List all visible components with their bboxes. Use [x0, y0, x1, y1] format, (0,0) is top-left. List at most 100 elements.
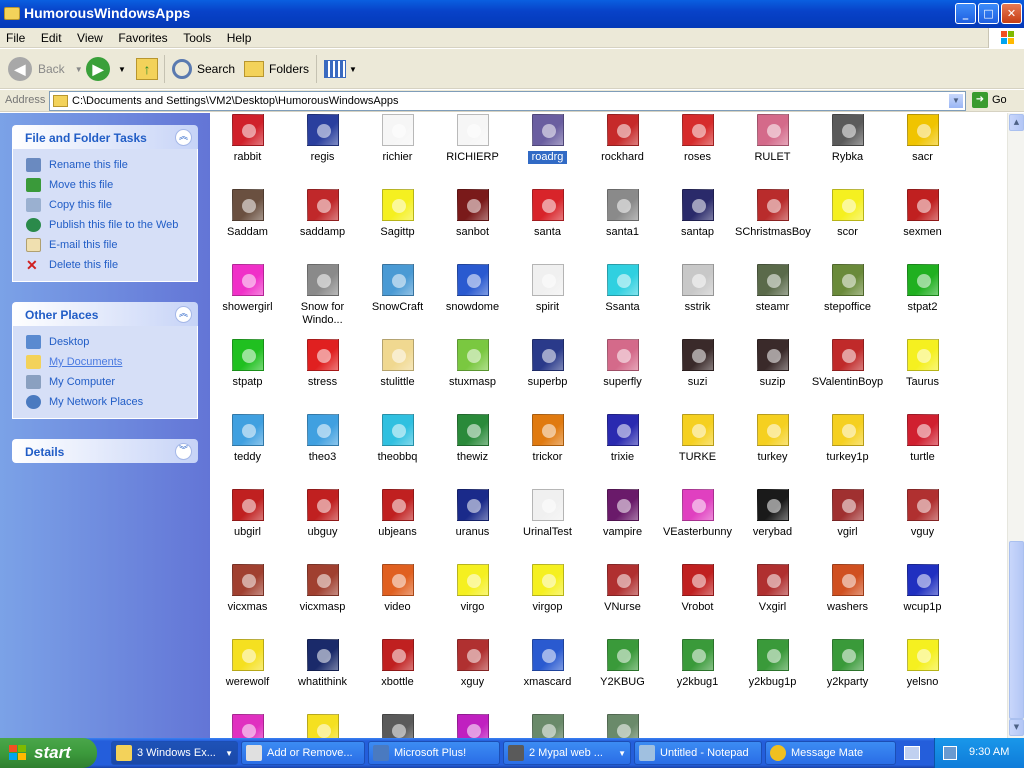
file-item[interactable]: [360, 714, 435, 738]
go-button[interactable]: ➜ Go: [972, 92, 1007, 108]
menu-view[interactable]: View: [71, 28, 109, 45]
file-item[interactable]: washers: [810, 564, 885, 639]
file-item[interactable]: sexmen: [885, 189, 960, 264]
file-item[interactable]: spirit: [510, 264, 585, 339]
file-item[interactable]: regis: [285, 114, 360, 189]
file-item[interactable]: santap: [660, 189, 735, 264]
close-button[interactable]: ✕: [1001, 3, 1022, 24]
file-list-view[interactable]: rabbit regis richier RICHIERP roadrg rockhard…: [210, 113, 1007, 738]
task-copy[interactable]: Copy this file: [13, 195, 197, 215]
start-button[interactable]: start: [0, 738, 97, 768]
taskbar-item-mypal[interactable]: 2 Mypal web ... ▼: [503, 741, 631, 765]
panel-header[interactable]: Details ︾: [12, 439, 198, 463]
file-item[interactable]: richier: [360, 114, 435, 189]
file-item[interactable]: Saddam: [210, 189, 285, 264]
file-item[interactable]: superfly: [585, 339, 660, 414]
file-item[interactable]: Sagittp: [360, 189, 435, 264]
file-item[interactable]: trixie: [585, 414, 660, 489]
file-item[interactable]: sanbot: [435, 189, 510, 264]
file-item[interactable]: vgirl: [810, 489, 885, 564]
file-item[interactable]: roses: [660, 114, 735, 189]
file-item[interactable]: scor: [810, 189, 885, 264]
file-item[interactable]: whatithink: [285, 639, 360, 714]
file-item[interactable]: [210, 714, 285, 738]
file-item[interactable]: santa1: [585, 189, 660, 264]
file-item[interactable]: [585, 714, 660, 738]
menu-file[interactable]: File: [0, 28, 31, 45]
back-dropdown-icon[interactable]: ▼: [75, 65, 83, 74]
file-item[interactable]: [435, 714, 510, 738]
file-item[interactable]: rabbit: [210, 114, 285, 189]
menu-favorites[interactable]: Favorites: [112, 28, 173, 45]
file-item[interactable]: Vxgirl: [735, 564, 810, 639]
collapse-chevron-icon[interactable]: ︽: [175, 129, 192, 146]
menu-help[interactable]: Help: [221, 28, 258, 45]
file-item[interactable]: video: [360, 564, 435, 639]
file-item[interactable]: snowdome: [435, 264, 510, 339]
file-item[interactable]: vampire: [585, 489, 660, 564]
file-item[interactable]: y2kbug1: [660, 639, 735, 714]
address-dropdown-icon[interactable]: ▼: [948, 93, 964, 109]
file-item[interactable]: sstrik: [660, 264, 735, 339]
file-item[interactable]: ubgirl: [210, 489, 285, 564]
file-item[interactable]: showergirl: [210, 264, 285, 339]
file-item[interactable]: turkey: [735, 414, 810, 489]
title-bar[interactable]: HumorousWindowsApps _ □ ✕: [0, 0, 1024, 28]
file-item[interactable]: Vrobot: [660, 564, 735, 639]
back-button[interactable]: ◀ Back ▼: [8, 55, 83, 83]
place-my-network[interactable]: My Network Places: [13, 392, 197, 412]
file-item[interactable]: stpat2: [885, 264, 960, 339]
keyboard-icon[interactable]: [904, 746, 920, 760]
file-item[interactable]: turkey1p: [810, 414, 885, 489]
network-tray-icon[interactable]: [943, 746, 957, 760]
file-item[interactable]: thewiz: [435, 414, 510, 489]
file-item[interactable]: SChristmasBoy: [735, 189, 811, 264]
place-desktop[interactable]: Desktop: [13, 332, 197, 352]
file-item[interactable]: VNurse: [585, 564, 660, 639]
taskbar-item-notepad[interactable]: Untitled - Notepad: [634, 741, 762, 765]
task-publish[interactable]: Publish this file to the Web: [13, 215, 197, 235]
file-item[interactable]: Snow for Windo...: [285, 264, 360, 339]
vertical-scrollbar[interactable]: ▲ ▼: [1007, 113, 1024, 738]
file-item[interactable]: steamr: [735, 264, 810, 339]
file-item[interactable]: verybad: [735, 489, 810, 564]
file-item[interactable]: RULET: [735, 114, 810, 189]
file-item[interactable]: suzip: [735, 339, 810, 414]
task-move[interactable]: Move this file: [13, 175, 197, 195]
taskbar-item-add-remove[interactable]: Add or Remove...: [241, 741, 365, 765]
forward-dropdown-icon[interactable]: ▼: [118, 65, 126, 74]
file-item[interactable]: SValentinBoyp: [810, 339, 885, 414]
file-item[interactable]: santa: [510, 189, 585, 264]
search-button[interactable]: Search: [172, 55, 235, 83]
file-item[interactable]: Taurus: [885, 339, 960, 414]
file-item[interactable]: xmascard: [510, 639, 585, 714]
minimize-button[interactable]: _: [955, 3, 976, 24]
file-item[interactable]: ubguy: [285, 489, 360, 564]
file-item[interactable]: stulittle: [360, 339, 435, 414]
file-item[interactable]: [285, 714, 360, 738]
task-rename[interactable]: Rename this file: [13, 155, 197, 175]
place-my-documents[interactable]: My Documents: [13, 352, 197, 372]
file-item[interactable]: rockhard: [585, 114, 660, 189]
scroll-thumb[interactable]: [1009, 541, 1024, 719]
file-item[interactable]: werewolf: [210, 639, 285, 714]
clock[interactable]: 9:30 AM: [969, 746, 1009, 758]
views-button[interactable]: ▼: [324, 55, 357, 83]
file-item[interactable]: vguy: [885, 489, 960, 564]
file-item[interactable]: xguy: [435, 639, 510, 714]
panel-header[interactable]: Other Places ︽: [12, 302, 198, 326]
file-item[interactable]: vicxmas: [210, 564, 285, 639]
file-item[interactable]: stepoffice: [810, 264, 885, 339]
file-item[interactable]: superbp: [510, 339, 585, 414]
menu-tools[interactable]: Tools: [177, 28, 217, 45]
menu-edit[interactable]: Edit: [35, 28, 68, 45]
file-item[interactable]: stress: [285, 339, 360, 414]
file-item[interactable]: RICHIERP: [435, 114, 510, 189]
file-item[interactable]: Y2KBUG: [585, 639, 660, 714]
maximize-button[interactable]: □: [978, 3, 999, 24]
file-item[interactable]: stuxmasp: [435, 339, 510, 414]
file-item[interactable]: virgop: [510, 564, 585, 639]
taskbar-item-message-mate[interactable]: Message Mate: [765, 741, 896, 765]
file-item[interactable]: theo3: [285, 414, 360, 489]
taskbar-item-plus[interactable]: Microsoft Plus!: [368, 741, 500, 765]
